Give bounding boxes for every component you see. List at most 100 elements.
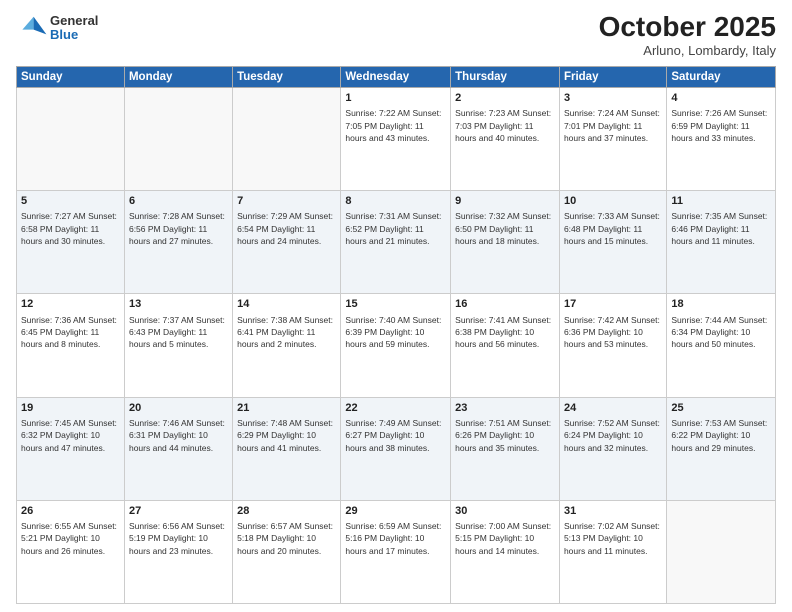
day-cell: 18 Sunrise: 7:44 AM Sunset: 6:34 PM Dayli… (667, 294, 776, 397)
day-info: Sunrise: 7:42 AM Sunset: 6:36 PM Dayligh… (564, 314, 662, 351)
location: Arluno, Lombardy, Italy (599, 43, 776, 58)
day-number: 23 (455, 401, 555, 416)
month-year: October 2025 (599, 12, 776, 43)
day-info: Sunrise: 7:37 AM Sunset: 6:43 PM Dayligh… (129, 314, 228, 351)
day-cell: 16Sunrise: 7:41 AM Sunset: 6:38 PM Dayli… (451, 294, 560, 397)
day-cell: 23Sunrise: 7:51 AM Sunset: 6:26 PM Dayli… (451, 397, 560, 500)
day-info: Sunrise: 7:29 AM Sunset: 6:54 PM Dayligh… (237, 210, 336, 247)
day-number: 19 (21, 401, 120, 416)
day-cell: 17 Sunrise: 7:42 AM Sunset: 6:36 PM Dayli… (559, 294, 666, 397)
day-cell: 9Sunrise: 7:32 AM Sunset: 6:50 PM Daylig… (451, 191, 560, 294)
day-cell: 4Sunrise: 7:26 AM Sunset: 6:59 PM Daylig… (667, 87, 776, 190)
day-cell: 19Sunrise: 7:45 AM Sunset: 6:32 PM Dayli… (17, 397, 125, 500)
day-number: 6 (129, 194, 228, 209)
day-cell: 22Sunrise: 7:49 AM Sunset: 6:27 PM Dayli… (341, 397, 451, 500)
day-info: Sunrise: 7:02 AM Sunset: 5:13 PM Dayligh… (564, 520, 662, 557)
day-number: 17 (564, 297, 662, 312)
day-info: Sunrise: 7:48 AM Sunset: 6:29 PM Dayligh… (237, 417, 336, 454)
day-info: Sunrise: 7:23 AM Sunset: 7:03 PM Dayligh… (455, 107, 555, 144)
day-info: Sunrise: 6:55 AM Sunset: 5:21 PM Dayligh… (21, 520, 120, 557)
day-number: 9 (455, 194, 555, 209)
logo-text: General Blue (50, 14, 98, 43)
day-number: 24 (564, 401, 662, 416)
day-number: 5 (21, 194, 120, 209)
day-number: 12 (21, 297, 120, 312)
day-cell: 28Sunrise: 6:57 AM Sunset: 5:18 PM Dayli… (233, 500, 341, 603)
title-block: October 2025 Arluno, Lombardy, Italy (599, 12, 776, 58)
day-info: Sunrise: 7:26 AM Sunset: 6:59 PM Dayligh… (671, 107, 771, 144)
day-info: Sunrise: 7:31 AM Sunset: 6:52 PM Dayligh… (345, 210, 446, 247)
day-cell: 15 Sunrise: 7:40 AM Sunset: 6:39 PM Dayli… (341, 294, 451, 397)
day-cell: 24Sunrise: 7:52 AM Sunset: 6:24 PM Dayli… (559, 397, 666, 500)
day-header-thursday: Thursday (451, 66, 560, 87)
day-info: Sunrise: 7:33 AM Sunset: 6:48 PM Dayligh… (564, 210, 662, 247)
day-info: Sunrise: 7:35 AM Sunset: 6:46 PM Dayligh… (671, 210, 771, 247)
day-info: Sunrise: 7:49 AM Sunset: 6:27 PM Dayligh… (345, 417, 446, 454)
day-info: Sunrise: 6:59 AM Sunset: 5:16 PM Dayligh… (345, 520, 446, 557)
header: General Blue October 2025 Arluno, Lombar… (16, 12, 776, 58)
day-cell: 30Sunrise: 7:00 AM Sunset: 5:15 PM Dayli… (451, 500, 560, 603)
day-cell: 26Sunrise: 6:55 AM Sunset: 5:21 PM Dayli… (17, 500, 125, 603)
day-cell: 7Sunrise: 7:29 AM Sunset: 6:54 PM Daylig… (233, 191, 341, 294)
day-info: Sunrise: 7:28 AM Sunset: 6:56 PM Dayligh… (129, 210, 228, 247)
day-header-saturday: Saturday (667, 66, 776, 87)
day-number: 10 (564, 194, 662, 209)
day-info: Sunrise: 6:57 AM Sunset: 5:18 PM Dayligh… (237, 520, 336, 557)
day-info: Sunrise: 7:40 AM Sunset: 6:39 PM Dayligh… (345, 314, 446, 351)
day-number: 4 (671, 91, 771, 106)
day-info: Sunrise: 7:22 AM Sunset: 7:05 PM Dayligh… (345, 107, 446, 144)
day-info: Sunrise: 7:52 AM Sunset: 6:24 PM Dayligh… (564, 417, 662, 454)
day-cell: 13Sunrise: 7:37 AM Sunset: 6:43 PM Dayli… (124, 294, 232, 397)
week-row-3: 12Sunrise: 7:36 AM Sunset: 6:45 PM Dayli… (17, 294, 776, 397)
day-header-wednesday: Wednesday (341, 66, 451, 87)
day-number: 11 (671, 194, 771, 209)
day-cell: 8Sunrise: 7:31 AM Sunset: 6:52 PM Daylig… (341, 191, 451, 294)
day-number: 2 (455, 91, 555, 106)
week-row-1: 1Sunrise: 7:22 AM Sunset: 7:05 PM Daylig… (17, 87, 776, 190)
day-number: 1 (345, 91, 446, 106)
logo-general: General (50, 14, 98, 28)
day-header-tuesday: Tuesday (233, 66, 341, 87)
header-row: SundayMondayTuesdayWednesdayThursdayFrid… (17, 66, 776, 87)
day-cell: 12Sunrise: 7:36 AM Sunset: 6:45 PM Dayli… (17, 294, 125, 397)
page: General Blue October 2025 Arluno, Lombar… (0, 0, 792, 612)
day-cell: 6Sunrise: 7:28 AM Sunset: 6:56 PM Daylig… (124, 191, 232, 294)
day-cell: 1Sunrise: 7:22 AM Sunset: 7:05 PM Daylig… (341, 87, 451, 190)
week-row-5: 26Sunrise: 6:55 AM Sunset: 5:21 PM Dayli… (17, 500, 776, 603)
day-info: Sunrise: 7:51 AM Sunset: 6:26 PM Dayligh… (455, 417, 555, 454)
day-info: Sunrise: 7:53 AM Sunset: 6:22 PM Dayligh… (671, 417, 771, 454)
day-cell (233, 87, 341, 190)
day-cell: 21Sunrise: 7:48 AM Sunset: 6:29 PM Dayli… (233, 397, 341, 500)
day-cell: 11Sunrise: 7:35 AM Sunset: 6:46 PM Dayli… (667, 191, 776, 294)
day-number: 18 (671, 297, 771, 312)
day-info: Sunrise: 7:45 AM Sunset: 6:32 PM Dayligh… (21, 417, 120, 454)
day-header-monday: Monday (124, 66, 232, 87)
day-number: 30 (455, 504, 555, 519)
day-info: Sunrise: 7:44 AM Sunset: 6:34 PM Dayligh… (671, 314, 771, 351)
day-number: 8 (345, 194, 446, 209)
day-number: 22 (345, 401, 446, 416)
day-number: 26 (21, 504, 120, 519)
day-number: 15 (345, 297, 446, 312)
day-cell: 31Sunrise: 7:02 AM Sunset: 5:13 PM Dayli… (559, 500, 666, 603)
day-cell: 27Sunrise: 6:56 AM Sunset: 5:19 PM Dayli… (124, 500, 232, 603)
day-number: 28 (237, 504, 336, 519)
logo-blue: Blue (50, 28, 98, 42)
day-cell (667, 500, 776, 603)
day-number: 20 (129, 401, 228, 416)
day-cell: 25Sunrise: 7:53 AM Sunset: 6:22 PM Dayli… (667, 397, 776, 500)
day-number: 27 (129, 504, 228, 519)
day-info: Sunrise: 6:56 AM Sunset: 5:19 PM Dayligh… (129, 520, 228, 557)
day-cell (124, 87, 232, 190)
logo-icon (16, 12, 48, 44)
day-number: 7 (237, 194, 336, 209)
logo: General Blue (16, 12, 98, 44)
day-header-sunday: Sunday (17, 66, 125, 87)
day-header-friday: Friday (559, 66, 666, 87)
day-info: Sunrise: 7:24 AM Sunset: 7:01 PM Dayligh… (564, 107, 662, 144)
day-cell: 10Sunrise: 7:33 AM Sunset: 6:48 PM Dayli… (559, 191, 666, 294)
calendar-table: SundayMondayTuesdayWednesdayThursdayFrid… (16, 66, 776, 604)
day-info: Sunrise: 7:41 AM Sunset: 6:38 PM Dayligh… (455, 314, 555, 351)
day-number: 3 (564, 91, 662, 106)
day-info: Sunrise: 7:27 AM Sunset: 6:58 PM Dayligh… (21, 210, 120, 247)
